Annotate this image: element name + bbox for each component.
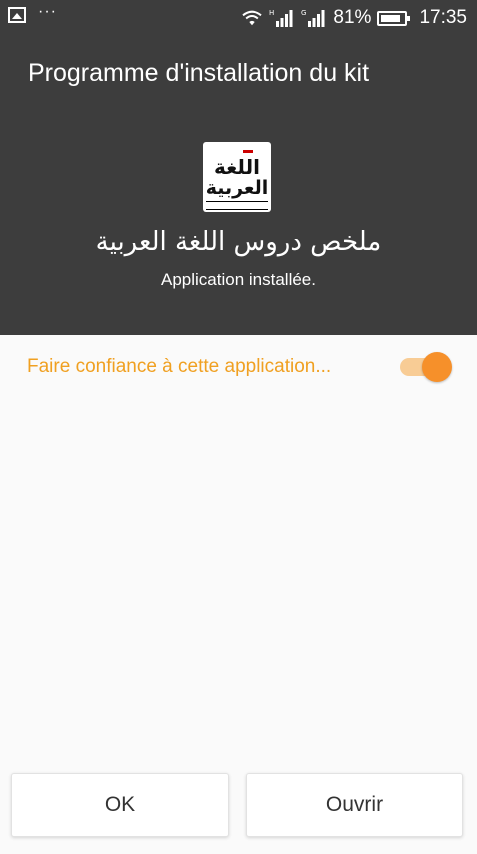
battery-percent: 81% xyxy=(333,7,372,28)
app-icon-accent xyxy=(243,150,253,153)
signal-h-icon: H xyxy=(269,9,293,27)
app-icon-footer xyxy=(206,201,268,210)
app-icon-text-line2: العربية xyxy=(205,176,269,199)
page-title: Programme d'installation du kit xyxy=(28,59,370,87)
app-icon: اللغة العربية xyxy=(203,142,271,212)
signal-h-label: H xyxy=(269,9,274,17)
battery-icon xyxy=(377,10,411,26)
trust-app-label: Faire confiance à cette application... xyxy=(27,356,332,377)
status-bar: ··· H G 81% 17:35 xyxy=(0,0,477,38)
trust-app-toggle[interactable] xyxy=(400,352,452,382)
status-left: ··· xyxy=(8,3,57,23)
trust-app-row[interactable]: Faire confiance à cette application... xyxy=(0,345,477,389)
signal-g-icon: G xyxy=(301,9,325,27)
install-status: Application installée. xyxy=(161,270,316,289)
installer-header: ··· H G 81% 17:35 Programme d'installati… xyxy=(0,0,477,335)
toggle-knob xyxy=(422,352,452,382)
signal-g-label: G xyxy=(301,9,306,17)
ok-button[interactable]: OK xyxy=(11,773,229,837)
status-right: H G 81% 17:35 xyxy=(241,7,467,29)
more-notifications-icon: ··· xyxy=(38,3,57,20)
gallery-notification-icon xyxy=(8,7,26,23)
wifi-icon xyxy=(242,10,263,26)
clock: 17:35 xyxy=(419,7,467,28)
open-button[interactable]: Ouvrir xyxy=(246,773,463,837)
app-name: ملخص دروس اللغة العربية xyxy=(95,227,382,257)
app-icon-text-line1: اللغة xyxy=(214,154,260,179)
